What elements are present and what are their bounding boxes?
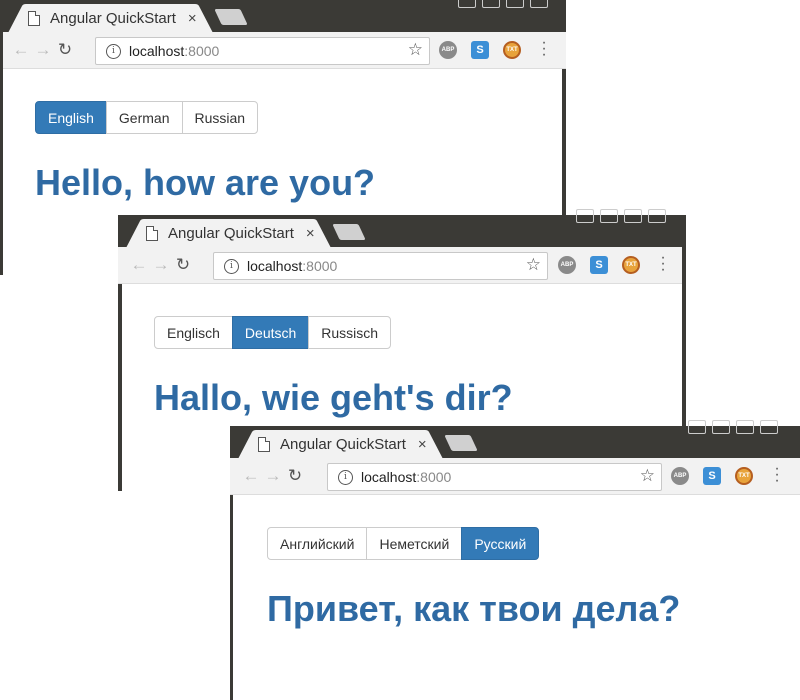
tab-title: Angular QuickStart <box>168 224 294 242</box>
tab-title: Angular QuickStart <box>50 9 176 27</box>
nav-buttons: ← → ↻ <box>10 32 76 68</box>
tab-close-icon[interactable]: × <box>418 436 427 453</box>
lang-button-english[interactable]: Английский <box>267 527 368 560</box>
adblock-icon[interactable]: ABP <box>558 256 576 274</box>
back-arrow-icon[interactable]: ← <box>240 466 262 486</box>
address-bar[interactable]: i localhost:8000 ☆ <box>95 37 430 65</box>
forward-arrow-icon[interactable]: → <box>150 255 172 275</box>
lang-button-german[interactable]: Неметский <box>366 527 463 560</box>
menu-icon[interactable]: · · · <box>774 461 780 489</box>
url-port: :8000 <box>302 258 338 274</box>
maximize-icon[interactable] <box>482 0 500 8</box>
menu-icon[interactable]: · · · <box>660 250 666 278</box>
info-icon[interactable]: i <box>224 258 239 274</box>
restore-icon[interactable] <box>506 0 524 8</box>
s-extension-icon[interactable]: S <box>590 256 608 274</box>
greeting-heading: Привет, как твои дела? <box>267 588 681 629</box>
address-bar[interactable]: i localhost:8000 ☆ <box>213 252 548 280</box>
close-window-icon[interactable] <box>648 209 666 223</box>
txt-extension-icon[interactable]: TXT <box>503 41 521 59</box>
bookmark-star-icon[interactable]: ☆ <box>526 255 541 275</box>
bookmark-star-icon[interactable]: ☆ <box>408 40 423 60</box>
browser-toolbar: ← → ↻ i localhost:8000 ☆ ABP S TXT · · · <box>118 247 686 284</box>
language-switcher: Английский Неметский Русский <box>267 527 540 560</box>
tab[interactable]: Angular QuickStart × <box>258 430 427 458</box>
window-controls <box>688 420 778 434</box>
menu-icon[interactable]: · · · <box>541 35 547 63</box>
txt-extension-icon[interactable]: TXT <box>735 467 753 485</box>
back-arrow-icon[interactable]: ← <box>128 255 150 275</box>
reload-icon[interactable]: ↻ <box>284 466 306 486</box>
maximize-icon[interactable] <box>600 209 618 223</box>
reload-icon[interactable]: ↻ <box>54 40 76 60</box>
bookmark-star-icon[interactable]: ☆ <box>640 466 655 486</box>
txt-extension-icon[interactable]: TXT <box>622 256 640 274</box>
forward-arrow-icon[interactable]: → <box>32 40 54 60</box>
lang-button-russian[interactable]: Russian <box>181 101 259 134</box>
window-controls <box>576 209 666 223</box>
url-host: localhost <box>361 469 417 485</box>
url-host: localhost <box>247 258 303 274</box>
language-switcher: Englisch Deutsch Russisch <box>154 316 392 349</box>
browser-toolbar: ← → ↻ i localhost:8000 ☆ ABP S TXT · · · <box>230 458 800 495</box>
tab[interactable]: Angular QuickStart × <box>146 219 315 247</box>
restore-icon[interactable] <box>736 420 754 434</box>
lang-button-english[interactable]: English <box>35 101 107 134</box>
browser-window-russian: Angular QuickStart × ← → ↻ i localhost:8… <box>230 420 800 700</box>
url-host: localhost <box>129 43 185 59</box>
minimize-icon[interactable] <box>458 0 476 8</box>
restore-icon[interactable] <box>624 209 642 223</box>
minimize-icon[interactable] <box>688 420 706 434</box>
url-port: :8000 <box>416 469 452 485</box>
lang-button-russian[interactable]: Russisch <box>308 316 392 349</box>
adblock-icon[interactable]: ABP <box>439 41 457 59</box>
close-window-icon[interactable] <box>760 420 778 434</box>
info-icon[interactable]: i <box>338 469 353 485</box>
greeting-heading: Hallo, wie geht's dir? <box>154 377 513 418</box>
reload-icon[interactable]: ↻ <box>172 255 194 275</box>
lang-button-german[interactable]: German <box>105 101 183 134</box>
s-extension-icon[interactable]: S <box>471 41 489 59</box>
url-port: :8000 <box>184 43 220 59</box>
tab-title: Angular QuickStart <box>280 435 406 453</box>
tab[interactable]: Angular QuickStart × <box>28 4 197 32</box>
s-extension-icon[interactable]: S <box>703 467 721 485</box>
lang-button-english[interactable]: Englisch <box>154 316 233 349</box>
forward-arrow-icon[interactable]: → <box>262 466 284 486</box>
close-window-icon[interactable] <box>530 0 548 8</box>
nav-buttons: ← → ↻ <box>240 458 306 494</box>
lang-button-russian[interactable]: Русский <box>461 527 540 560</box>
nav-buttons: ← → ↻ <box>128 247 194 283</box>
maximize-icon[interactable] <box>712 420 730 434</box>
greeting-heading: Hello, how are you? <box>35 162 376 203</box>
info-icon[interactable]: i <box>106 43 121 59</box>
window-border-left <box>0 32 3 275</box>
back-arrow-icon[interactable]: ← <box>10 40 32 60</box>
lang-button-german[interactable]: Deutsch <box>231 316 310 349</box>
tab-close-icon[interactable]: × <box>188 10 197 27</box>
document-icon <box>28 10 40 26</box>
window-controls <box>458 0 548 8</box>
document-icon <box>146 225 158 241</box>
adblock-icon[interactable]: ABP <box>671 467 689 485</box>
browser-toolbar: ← → ↻ i localhost:8000 ☆ ABP S TXT · · · <box>0 32 566 69</box>
language-switcher: English German Russian <box>35 101 259 134</box>
tab-close-icon[interactable]: × <box>306 225 315 242</box>
document-icon <box>258 436 270 452</box>
minimize-icon[interactable] <box>576 209 594 223</box>
address-bar[interactable]: i localhost:8000 ☆ <box>327 463 662 491</box>
